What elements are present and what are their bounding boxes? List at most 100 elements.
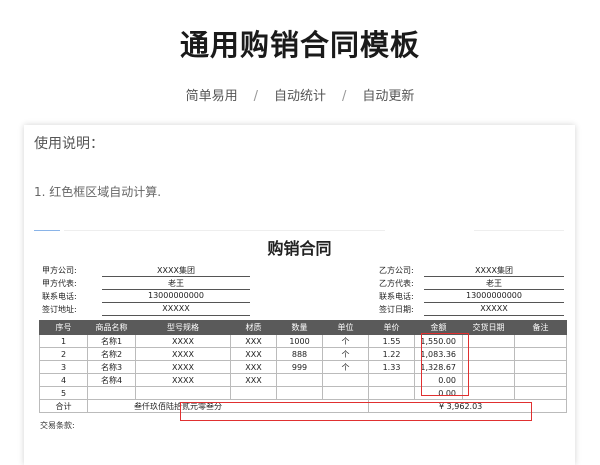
feature-tags: 简单易用 / 自动统计 / 自动更新 — [0, 85, 600, 104]
table-cell — [322, 373, 369, 387]
field-value: XXXXX — [162, 304, 190, 313]
table-cell — [514, 347, 567, 361]
auto-calc-highlight — [180, 402, 532, 421]
table-cell: 888 — [276, 347, 323, 361]
table-cell: 2 — [39, 347, 88, 361]
divider — [474, 230, 564, 231]
table-cell — [462, 360, 515, 374]
party-a-address: 签订地址: XXXXX — [42, 303, 250, 316]
table-cell: 个 — [322, 347, 369, 361]
field-value: XXXXX — [480, 304, 508, 313]
divider — [64, 230, 385, 231]
table-cell: 名称3 — [87, 360, 136, 374]
terms-heading: 交易条款: — [40, 421, 75, 430]
instructions-line: 1. 红色框区域自动计算. — [34, 185, 162, 199]
tag-autostat: 自动统计 — [273, 89, 326, 104]
table-cell: 个 — [322, 360, 369, 374]
table-cell — [230, 386, 277, 400]
header-cell: 商品名称 — [87, 320, 136, 335]
instructions-title: 使用说明： — [34, 136, 104, 152]
table-cell — [276, 386, 323, 400]
table-cell: 999 — [276, 360, 323, 374]
table-cell: XXX — [230, 360, 277, 374]
field-label: 联系电话: — [42, 292, 77, 301]
table-cell: 5 — [39, 386, 88, 400]
table-row: 1 名称1 XXXX XXX 1000 个 1.55 1,550.00 — [39, 334, 567, 348]
table-cell: XXXX — [135, 360, 231, 374]
field-value: 老王 — [168, 279, 184, 288]
table-cell — [368, 386, 415, 400]
table-cell — [462, 334, 515, 348]
table-cell: 4 — [39, 373, 88, 387]
table-cell — [322, 386, 369, 400]
divider-accent — [34, 230, 60, 231]
table-cell: 1.33 — [368, 360, 415, 374]
total-label: 合计 — [39, 399, 88, 413]
party-a-block: 甲方公司: XXXX集团 甲方代表: 老王 联系电话: 13000000000 … — [42, 264, 250, 316]
party-a-company: 甲方公司: XXXX集团 — [42, 264, 250, 277]
table-cell: 1000 — [276, 334, 323, 348]
table-row: 5 0.00 — [39, 386, 567, 400]
items-table: 序号 商品名称 型号规格 材质 数量 单位 单价 金额 交货日期 备注 1 名称… — [39, 320, 567, 413]
field-label: 联系电话: — [379, 292, 414, 301]
party-b-date: 签订日期: XXXXX — [379, 303, 567, 316]
underline — [102, 315, 250, 316]
table-cell — [514, 360, 567, 374]
table-cell: 名称2 — [87, 347, 136, 361]
party-b-rep: 乙方代表: 老王 — [379, 277, 567, 290]
table-cell: 个 — [322, 334, 369, 348]
table-cell: 名称4 — [87, 373, 136, 387]
tag-separator: / — [253, 89, 258, 104]
field-label: 签订日期: — [379, 305, 414, 314]
page-title: 通用购销合同模板 — [179, 28, 420, 62]
table-cell — [462, 373, 515, 387]
auto-calc-highlight — [421, 333, 469, 396]
table-cell: XXX — [230, 334, 277, 348]
header-cell: 序号 — [39, 320, 88, 335]
table-header-row: 序号 商品名称 型号规格 材质 数量 单位 单价 金额 交货日期 备注 — [39, 320, 567, 335]
table-cell: 1 — [39, 334, 88, 348]
party-a-rep: 甲方代表: 老王 — [42, 277, 250, 290]
document-preview: 使用说明： 1. 红色框区域自动计算. 购销合同 甲方公司: XXXX集团 甲方… — [24, 125, 575, 465]
table-cell: XXX — [230, 347, 277, 361]
party-b-phone: 联系电话: 13000000000 — [379, 290, 567, 303]
tag-separator: / — [342, 89, 347, 104]
underline — [424, 315, 564, 316]
header-cell: 数量 — [276, 320, 323, 335]
table-row: 4 名称4 XXXX XXX 0.00 — [39, 373, 567, 387]
header-cell: 交货日期 — [462, 320, 515, 335]
contract-title: 购销合同 — [267, 239, 332, 258]
tag-autoupdate: 自动更新 — [362, 89, 415, 104]
field-label: 签订地址: — [42, 305, 77, 314]
table-row: 2 名称2 XXXX XXX 888 个 1.22 1,083.36 — [39, 347, 567, 361]
table-cell: 名称1 — [87, 334, 136, 348]
table-cell — [514, 334, 567, 348]
header-cell: 备注 — [514, 320, 567, 335]
field-value: XXXX集团 — [157, 266, 195, 275]
header-cell: 材质 — [230, 320, 277, 335]
party-b-company: 乙方公司: XXXX集团 — [379, 264, 567, 277]
field-label: 乙方公司: — [379, 266, 414, 275]
table-cell — [87, 386, 136, 400]
table-cell — [135, 386, 231, 400]
table-cell: 1.22 — [368, 347, 415, 361]
field-value: 老王 — [486, 279, 502, 288]
field-value: XXXX集团 — [475, 266, 513, 275]
table-cell: XXXX — [135, 347, 231, 361]
field-label: 乙方代表: — [379, 279, 414, 288]
table-cell: XXXX — [135, 334, 231, 348]
field-value: 13000000000 — [148, 291, 204, 300]
table-cell — [368, 373, 415, 387]
table-cell — [514, 373, 567, 387]
field-label: 甲方代表: — [42, 279, 77, 288]
table-cell: 1.55 — [368, 334, 415, 348]
tag-easy: 简单易用 — [185, 89, 238, 104]
table-row: 3 名称3 XXXX XXX 999 个 1.33 1,328.67 — [39, 360, 567, 374]
header-cell: 单位 — [322, 320, 369, 335]
party-a-phone: 联系电话: 13000000000 — [42, 290, 250, 303]
table-cell — [462, 386, 515, 400]
header-cell: 型号规格 — [135, 320, 231, 335]
table-cell — [462, 347, 515, 361]
table-cell — [514, 386, 567, 400]
field-value: 13000000000 — [466, 291, 522, 300]
